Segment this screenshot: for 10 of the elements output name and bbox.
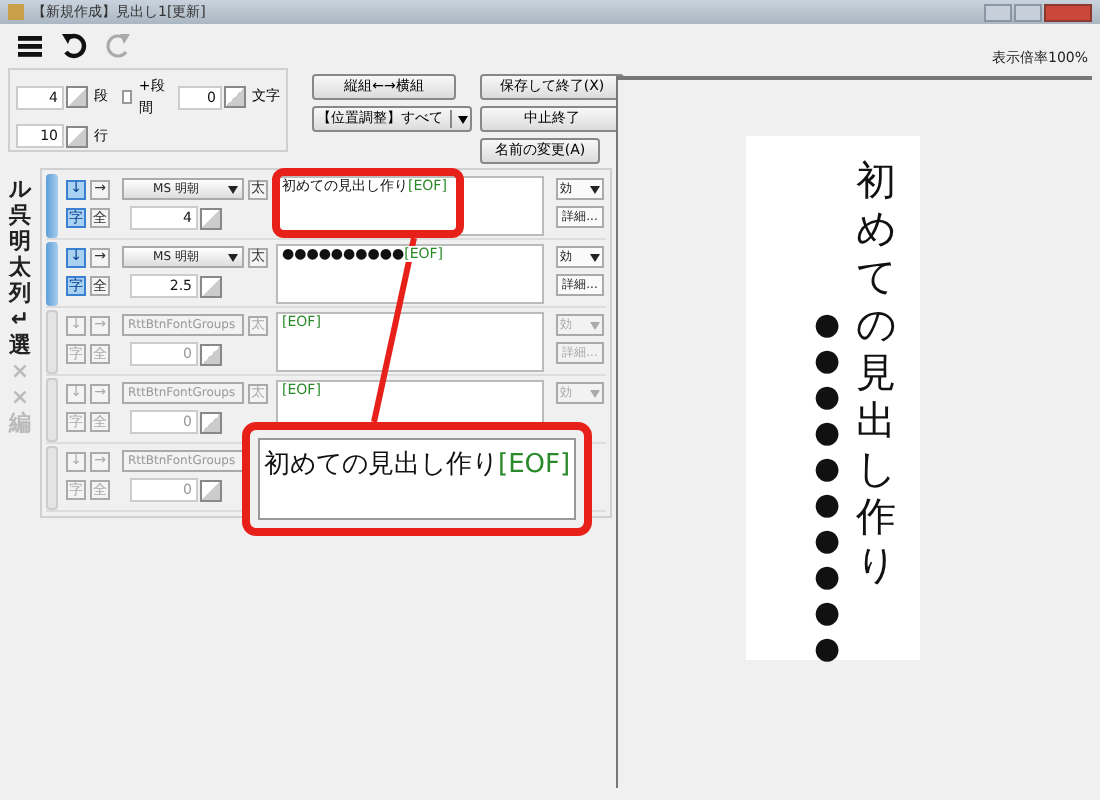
tool-button[interactable]: 太 bbox=[9, 254, 31, 280]
tool-button[interactable]: ル bbox=[9, 176, 31, 202]
callout-text: 初めての見出し作り[EOF] bbox=[258, 438, 576, 520]
tool-button[interactable]: 明 bbox=[9, 228, 31, 254]
vertical-text: 初めての見出し作り bbox=[856, 156, 896, 592]
tool-button[interactable]: ↵ bbox=[10, 306, 30, 332]
tool-button[interactable]: 呉 bbox=[9, 202, 31, 228]
tool-button[interactable]: 選 bbox=[9, 332, 31, 358]
tool-button[interactable]: 列 bbox=[9, 280, 31, 306]
vertical-text: ●●●●●●●●●● bbox=[814, 306, 843, 660]
